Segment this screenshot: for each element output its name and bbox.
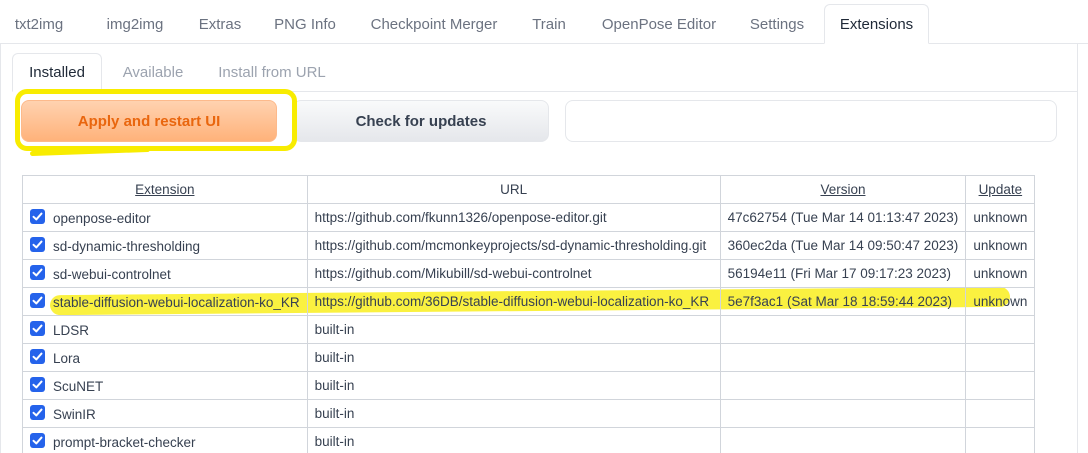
extension-name-cell: sd-dynamic-thresholding bbox=[22, 231, 308, 260]
extension-name: stable-diffusion-webui-localization-ko_K… bbox=[53, 294, 300, 310]
extension-name-cell: LDSR bbox=[22, 315, 308, 344]
check-for-updates-button[interactable]: Check for updates bbox=[293, 100, 549, 142]
table-row: ScuNET built-in bbox=[22, 371, 1036, 400]
extensions-table: Extension URL Version Update openpose-ed… bbox=[22, 175, 1036, 453]
extension-name-cell: SwinIR bbox=[22, 399, 308, 428]
extension-name-cell: stable-diffusion-webui-localization-ko_K… bbox=[22, 287, 308, 316]
table-row: sd-webui-controlnet https://github.com/Mi… bbox=[22, 259, 1036, 288]
subtab-install-from-url[interactable]: Install from URL bbox=[210, 53, 334, 92]
extension-version: 5e7f3ac1 (Sat Mar 18 18:59:44 2023) bbox=[719, 287, 967, 316]
extension-url[interactable]: https://github.com/mcmonkeyprojects/sd-d… bbox=[306, 231, 721, 260]
checkmark-icon bbox=[32, 269, 43, 277]
enable-checkbox[interactable] bbox=[30, 433, 45, 449]
tab-settings[interactable]: Settings bbox=[740, 4, 814, 44]
header-version[interactable]: Version bbox=[719, 175, 967, 204]
tab-checkpoint-merger[interactable]: Checkpoint Merger bbox=[360, 4, 508, 44]
enable-checkbox[interactable] bbox=[30, 209, 45, 225]
extension-name: sd-webui-controlnet bbox=[53, 266, 171, 282]
tab-train[interactable]: Train bbox=[520, 4, 578, 44]
sub-tab-bar: Installed Available Install from URL bbox=[12, 53, 1078, 92]
enable-checkbox[interactable] bbox=[30, 265, 45, 281]
apply-and-restart-button[interactable]: Apply and restart UI bbox=[21, 100, 277, 142]
table-row: prompt-bracket-checker built-in bbox=[22, 427, 1036, 453]
extension-url: built-in bbox=[306, 399, 721, 428]
top-tab-bar: txt2img img2img Extras PNG Info Checkpoi… bbox=[0, 4, 1088, 44]
header-url: URL bbox=[306, 175, 721, 204]
extension-name: prompt-bracket-checker bbox=[53, 434, 196, 450]
extension-update-status: unknown bbox=[965, 259, 1036, 288]
extension-update-status bbox=[965, 427, 1036, 453]
extension-url[interactable]: https://github.com/fkunn1326/openpose-ed… bbox=[306, 203, 721, 232]
enable-checkbox[interactable] bbox=[30, 237, 45, 253]
extension-name-cell: openpose-editor bbox=[22, 203, 308, 232]
checkmark-icon bbox=[32, 381, 43, 389]
extension-name: Lora bbox=[53, 350, 81, 366]
checkmark-icon bbox=[32, 437, 43, 445]
tab-txt2img[interactable]: txt2img bbox=[8, 4, 70, 44]
header-extension[interactable]: Extension bbox=[22, 175, 308, 204]
table-row: sd-dynamic-thresholding https://github.co… bbox=[22, 231, 1036, 260]
extension-name-cell: prompt-bracket-checker bbox=[22, 427, 308, 453]
extension-update-status: unknown bbox=[965, 203, 1036, 232]
extension-url: built-in bbox=[306, 343, 721, 372]
tab-png-info[interactable]: PNG Info bbox=[265, 4, 345, 44]
tab-openpose-editor[interactable]: OpenPose Editor bbox=[592, 4, 726, 44]
table-row: Lora built-in bbox=[22, 343, 1036, 372]
extension-update-status bbox=[965, 399, 1036, 428]
subtab-available[interactable]: Available bbox=[112, 53, 194, 92]
extension-update-status bbox=[965, 315, 1036, 344]
extension-version bbox=[719, 371, 967, 400]
table-header-row: Extension URL Version Update bbox=[22, 175, 1036, 204]
subtab-installed[interactable]: Installed bbox=[12, 53, 102, 92]
tab-img2img[interactable]: img2img bbox=[90, 4, 180, 44]
extension-name: LDSR bbox=[53, 322, 90, 338]
extensions-table-body: openpose-editor https://github.com/fkunn1… bbox=[22, 203, 1036, 453]
extension-version bbox=[719, 315, 967, 344]
table-row: openpose-editor https://github.com/fkunn1… bbox=[22, 203, 1036, 232]
status-textbox[interactable] bbox=[565, 100, 1057, 142]
extension-url: built-in bbox=[306, 371, 721, 400]
checkmark-icon bbox=[32, 241, 43, 249]
enable-checkbox[interactable] bbox=[30, 349, 45, 365]
extension-version: 56194e11 (Fri Mar 17 09:17:23 2023) bbox=[719, 259, 967, 288]
extension-version bbox=[719, 343, 967, 372]
extension-name: openpose-editor bbox=[53, 210, 151, 226]
checkmark-icon bbox=[32, 213, 43, 221]
extension-url[interactable]: https://github.com/36DB/stable-diffusion… bbox=[306, 287, 721, 316]
extension-version: 47c62754 (Tue Mar 14 01:13:47 2023) bbox=[719, 203, 967, 232]
extension-name-cell: sd-webui-controlnet bbox=[22, 259, 308, 288]
enable-checkbox[interactable] bbox=[30, 293, 45, 309]
extension-version: 360ec2da (Tue Mar 14 09:50:47 2023) bbox=[719, 231, 967, 260]
checkmark-icon bbox=[32, 325, 43, 333]
extension-name: sd-dynamic-thresholding bbox=[53, 238, 201, 254]
extension-url[interactable]: https://github.com/Mikubill/sd-webui-con… bbox=[306, 259, 721, 288]
table-row: stable-diffusion-webui-localization-ko_K… bbox=[22, 287, 1036, 316]
extension-name: SwinIR bbox=[53, 406, 96, 422]
tab-extras[interactable]: Extras bbox=[190, 4, 250, 44]
extension-update-status: unknown bbox=[965, 287, 1036, 316]
enable-checkbox[interactable] bbox=[30, 321, 45, 337]
extension-update-status bbox=[965, 371, 1036, 400]
header-update[interactable]: Update bbox=[965, 175, 1036, 204]
extension-name-cell: ScuNET bbox=[22, 371, 308, 400]
checkmark-icon bbox=[32, 409, 43, 417]
extension-url: built-in bbox=[306, 427, 721, 453]
tab-extensions[interactable]: Extensions bbox=[824, 4, 929, 44]
table-row: LDSR built-in bbox=[22, 315, 1036, 344]
table-row: SwinIR built-in bbox=[22, 399, 1036, 428]
extension-update-status: unknown bbox=[965, 231, 1036, 260]
enable-checkbox[interactable] bbox=[30, 405, 45, 421]
extension-version bbox=[719, 427, 967, 453]
extension-version bbox=[719, 399, 967, 428]
extension-name-cell: Lora bbox=[22, 343, 308, 372]
checkmark-icon bbox=[32, 353, 43, 361]
extension-update-status bbox=[965, 343, 1036, 372]
extension-name: ScuNET bbox=[53, 378, 104, 394]
enable-checkbox[interactable] bbox=[30, 377, 45, 393]
extension-url: built-in bbox=[306, 315, 721, 344]
checkmark-icon bbox=[32, 297, 43, 305]
